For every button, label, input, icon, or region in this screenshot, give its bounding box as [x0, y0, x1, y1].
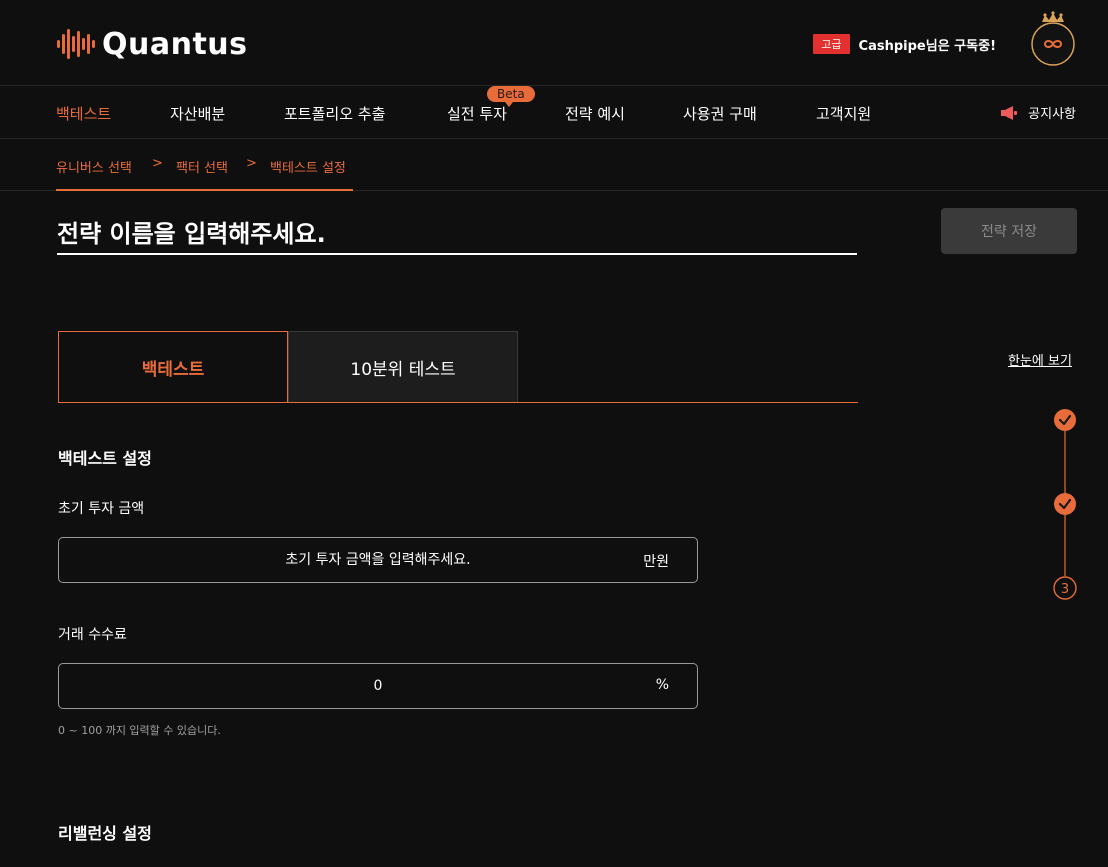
tier-badge: 고급 — [813, 34, 850, 54]
initial-amount-unit: 만원 — [643, 554, 669, 570]
subscription-status: 고급 Cashpipe님은 구독중! — [813, 34, 996, 54]
fee-field: % — [58, 663, 698, 709]
breadcrumb-universe[interactable]: 유니버스 선택 — [56, 157, 132, 176]
nav-item-backtest[interactable]: 백테스트 — [56, 103, 111, 124]
step-3-current[interactable]: 3 — [1053, 576, 1077, 600]
breadcrumb-separator: > — [246, 156, 257, 171]
backtest-settings-title: 백테스트 설정 — [58, 449, 152, 468]
step-1-check-icon[interactable] — [1054, 409, 1076, 431]
tabs-divider — [58, 402, 858, 403]
nav-item-asset-allocation[interactable]: 자산배분 — [170, 103, 225, 124]
initial-amount-field: 만원 — [58, 537, 698, 583]
notice-label: 공지사항 — [1028, 107, 1076, 122]
logo[interactable]: Quantus — [56, 24, 248, 64]
logo-text: Quantus — [102, 26, 248, 62]
step-3-label: 3 — [1061, 582, 1069, 597]
rebalancing-settings-title: 리밸런싱 설정 — [58, 824, 152, 843]
strategy-name-input[interactable]: 전략 이름을 입력해주세요. — [57, 214, 857, 255]
breadcrumb: 유니버스 선택 > 팩터 선택 > 백테스트 설정 — [0, 139, 1108, 191]
tab-backtest[interactable]: 백테스트 — [58, 331, 288, 403]
save-strategy-button[interactable]: 전략 저장 — [941, 208, 1077, 254]
progress-stepper: 3 — [1053, 409, 1077, 600]
nav-item-strategy-examples[interactable]: 전략 예시 — [565, 103, 625, 124]
beta-badge: Beta — [487, 86, 535, 107]
fee-input[interactable] — [59, 664, 697, 708]
megaphone-icon — [1001, 105, 1018, 120]
breadcrumb-active-underline — [56, 189, 353, 191]
initial-amount-input[interactable] — [59, 538, 697, 582]
nav-item-support[interactable]: 고객지원 — [816, 103, 871, 124]
step-2-check-icon[interactable] — [1054, 493, 1076, 515]
nav-item-portfolio-extract[interactable]: 포트폴리오 추출 — [284, 103, 385, 124]
notice-link[interactable]: 공지사항 — [1000, 103, 1076, 122]
initial-amount-label: 초기 투자 금액 — [58, 501, 145, 517]
main-nav: 백테스트 자산배분 포트폴리오 추출 실전 투자 Beta 전략 예시 사용권 … — [0, 86, 1108, 139]
fee-unit: % — [655, 677, 669, 693]
overview-link[interactable]: 한눈에 보기 — [1008, 350, 1072, 369]
tab-decile-test[interactable]: 10분위 테스트 — [288, 331, 518, 402]
nav-item-live-invest-label: 실전 투자 — [447, 105, 507, 123]
breadcrumb-separator: > — [152, 156, 163, 171]
breadcrumb-backtest-settings[interactable]: 백테스트 설정 — [270, 157, 346, 176]
breadcrumb-factor[interactable]: 팩터 선택 — [176, 157, 228, 176]
avatar-infinity-icon[interactable] — [1030, 10, 1076, 66]
logo-mark-icon — [57, 29, 95, 59]
fee-label: 거래 수수료 — [58, 627, 127, 643]
header: Quantus 고급 Cashpipe님은 구독중! — [0, 0, 1108, 86]
fee-hint: 0 ~ 100 까지 입력할 수 있습니다. — [58, 724, 221, 737]
nav-item-license-purchase[interactable]: 사용권 구매 — [683, 103, 757, 124]
subscription-text: Cashpipe님은 구독중! — [858, 38, 996, 54]
nav-item-live-invest[interactable]: 실전 투자 Beta — [447, 86, 535, 124]
